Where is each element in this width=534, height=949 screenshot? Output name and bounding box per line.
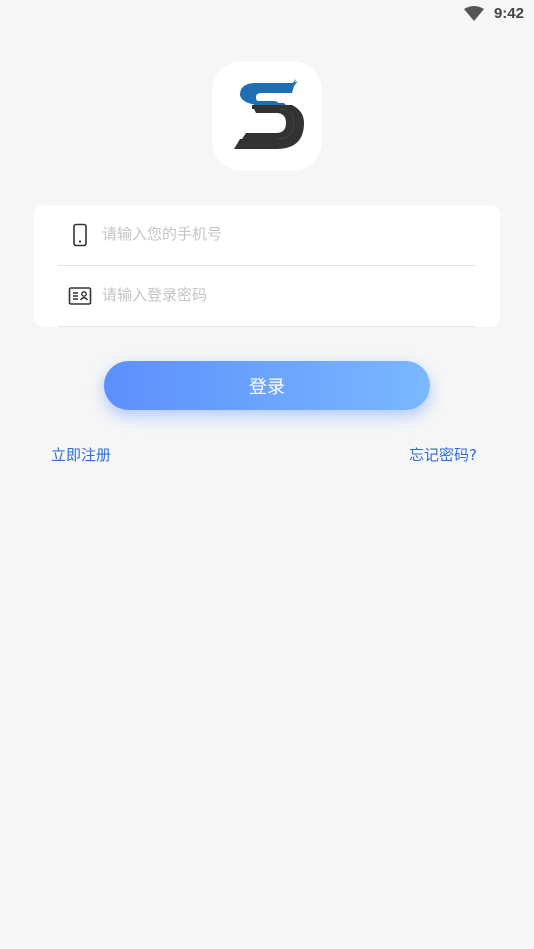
app-logo-icon <box>234 79 304 149</box>
login-screen: 9:42 请输入您的手机号 登录 立即注册 忘记密码? <box>0 0 534 949</box>
status-bar: 9:42 <box>0 0 534 28</box>
password-field <box>58 266 476 327</box>
id-card-icon <box>68 287 92 305</box>
app-logo <box>212 61 322 171</box>
phone-input[interactable] <box>102 221 462 247</box>
phone-field <box>58 205 476 266</box>
forgot-password-link[interactable]: 忘记密码? <box>409 444 477 465</box>
login-button[interactable]: 登录 <box>104 361 430 410</box>
register-link[interactable]: 立即注册 <box>51 444 111 465</box>
status-time: 9:42 <box>493 5 524 22</box>
login-form <box>34 205 500 327</box>
password-input[interactable] <box>102 282 462 308</box>
phone-icon <box>73 223 87 247</box>
wifi-icon <box>464 6 484 21</box>
